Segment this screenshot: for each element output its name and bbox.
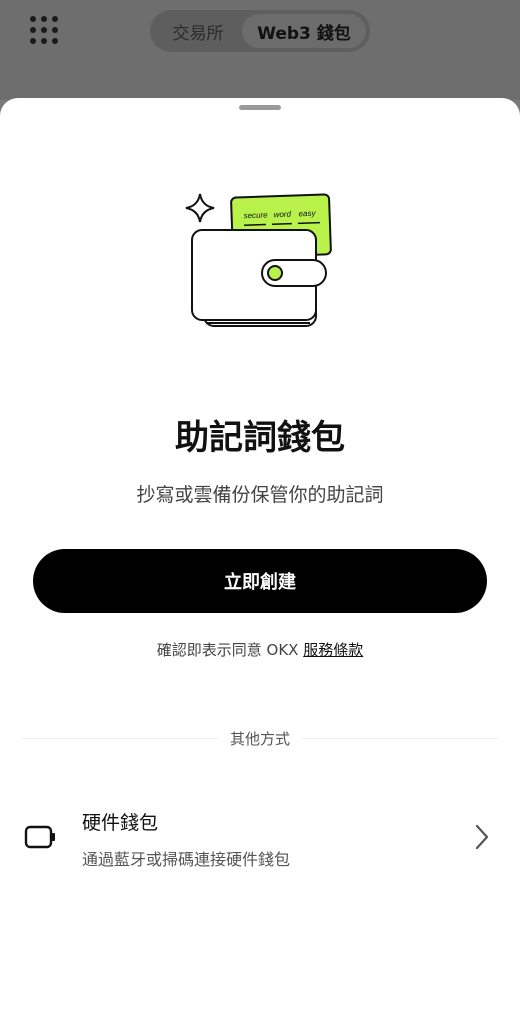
create-now-button[interactable]: 立即創建: [33, 549, 487, 613]
page-subtitle: 抄寫或雲備份保管你的助記詞: [136, 484, 384, 506]
tab-exchange[interactable]: 交易所: [154, 14, 242, 48]
terms-prefix: 確認即表示同意 OKX: [156, 641, 304, 659]
top-bar: 交易所 Web3 錢包: [0, 0, 520, 100]
clasp-button: [267, 265, 283, 281]
other-methods-divider: 其他方式: [22, 728, 498, 749]
hardware-device-icon: [24, 825, 55, 849]
terms-text: 確認即表示同意 OKX 服務條款: [0, 639, 520, 660]
mode-switcher: 交易所 Web3 錢包: [150, 10, 370, 52]
card-word-3: easy: [298, 209, 316, 219]
card-word-2: word: [273, 210, 291, 220]
page-title: 助記詞錢包: [175, 418, 345, 458]
bottom-sheet: secure word easy 助記詞錢包 抄寫或雲備份保管你的助記詞 立即創…: [0, 98, 520, 1024]
card-word-1: secure: [243, 210, 268, 220]
hardware-wallet-description: 通過藍牙或掃碼連接硬件錢包: [82, 850, 291, 869]
sheet-drag-handle[interactable]: [239, 105, 281, 110]
other-methods-label: 其他方式: [218, 728, 302, 749]
apps-grid-icon[interactable]: [30, 16, 58, 44]
hardware-wallet-title: 硬件錢包: [82, 812, 159, 834]
tab-web3-wallet[interactable]: Web3 錢包: [242, 14, 366, 48]
chevron-right-icon: [475, 824, 489, 850]
hardware-wallet-option[interactable]: 硬件錢包 通過藍牙或掃碼連接硬件錢包: [0, 798, 520, 878]
terms-of-service-link[interactable]: 服務條款: [303, 641, 363, 659]
wallet-illustration: secure word easy: [185, 193, 332, 327]
sparkle-icon: [185, 193, 215, 223]
